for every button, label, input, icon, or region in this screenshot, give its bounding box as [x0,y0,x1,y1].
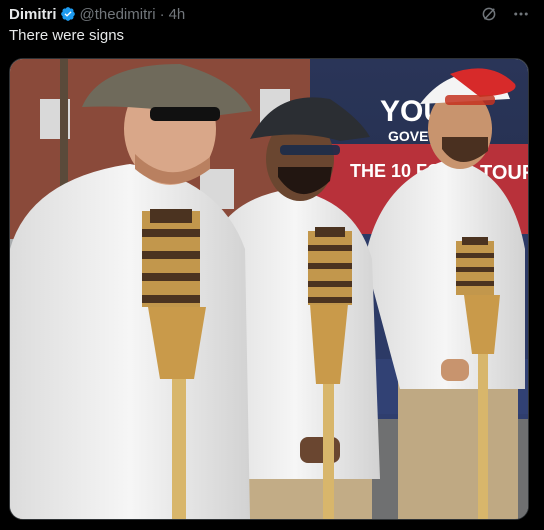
grok-icon[interactable] [480,5,498,23]
post-text: There were signs [9,27,125,44]
post-header: Dimitri @thedimitri · 4h [9,4,530,24]
author-name[interactable]: Dimitri [9,6,57,23]
more-horizontal-icon[interactable] [512,5,530,23]
post-media-photo[interactable]: YOUN GOVER THE 10 FO TOUR ung [9,58,529,520]
post-time[interactable]: 4h [169,6,186,23]
author-handle[interactable]: @thedimitri [80,6,156,23]
separator-dot: · [159,5,165,23]
verified-badge-icon [60,6,76,22]
